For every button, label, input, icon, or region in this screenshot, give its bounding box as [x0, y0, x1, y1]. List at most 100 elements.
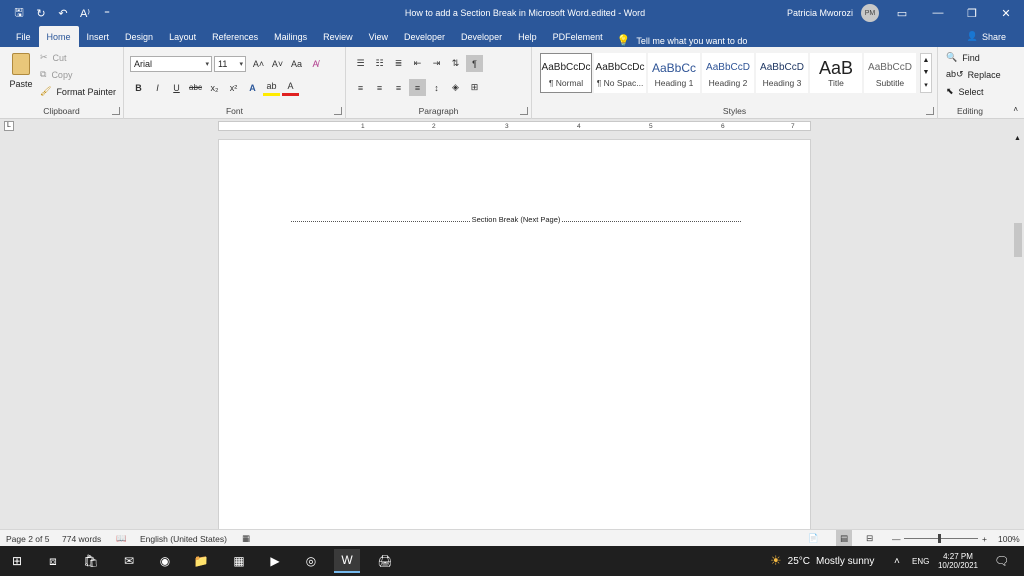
tab-developer-2[interactable]: Developer: [453, 26, 510, 47]
collapse-ribbon-icon[interactable]: ˄: [1013, 105, 1018, 114]
style-heading-2[interactable]: AaBbCcD Heading 2: [702, 53, 754, 93]
section-break-marker[interactable]: Section Break (Next Page): [291, 214, 741, 224]
tab-references[interactable]: References: [204, 26, 266, 47]
align-center-icon[interactable]: ≡: [371, 79, 388, 96]
minimize-icon[interactable]: —: [920, 0, 956, 26]
font-size-combo[interactable]: 11 ▾: [214, 56, 246, 72]
edge-icon[interactable]: ◉: [152, 549, 178, 573]
read-aloud-icon[interactable]: A⁾: [74, 2, 96, 24]
windows-start-icon[interactable]: ⊞: [4, 549, 30, 573]
language-indicator[interactable]: English (United States): [140, 530, 227, 547]
highlight-button[interactable]: ab: [263, 79, 280, 96]
accessibility-icon[interactable]: ▦: [242, 530, 250, 547]
dialog-launcher-icon[interactable]: [112, 107, 120, 115]
tab-view[interactable]: View: [361, 26, 396, 47]
zoom-slider[interactable]: [904, 538, 978, 539]
cut-button[interactable]: ✂ Cut: [40, 52, 67, 63]
dialog-launcher-icon[interactable]: [520, 107, 528, 115]
tab-help[interactable]: Help: [510, 26, 545, 47]
media-player-icon[interactable]: ▶: [262, 549, 288, 573]
paste-button[interactable]: Paste: [6, 51, 36, 97]
show-marks-icon[interactable]: ¶: [466, 55, 483, 72]
zoom-slider-thumb[interactable]: [938, 534, 941, 543]
clock[interactable]: 4:27 PM 10/20/2021: [936, 546, 980, 576]
sort-icon[interactable]: ⇅: [447, 55, 464, 72]
zoom-out-icon[interactable]: —: [892, 530, 901, 547]
tab-layout[interactable]: Layout: [161, 26, 204, 47]
style-heading-1[interactable]: AaBbCc Heading 1: [648, 53, 700, 93]
horizontal-ruler[interactable]: 1 2 3 4 5 6 7: [218, 121, 811, 131]
tab-review[interactable]: Review: [315, 26, 361, 47]
style-no-spacing[interactable]: AaBbCcDc ¶ No Spac...: [594, 53, 646, 93]
align-left-icon[interactable]: ≡: [352, 79, 369, 96]
tab-developer[interactable]: Developer: [396, 26, 453, 47]
italic-button[interactable]: I: [149, 79, 166, 96]
increase-indent-icon[interactable]: ⇥: [428, 55, 445, 72]
task-view-icon[interactable]: ⧈: [40, 549, 66, 573]
tab-design[interactable]: Design: [117, 26, 161, 47]
restore-icon[interactable]: ❐: [954, 0, 990, 26]
user-account[interactable]: Patricia Mworozi PM: [787, 0, 879, 26]
underline-button[interactable]: U: [168, 79, 185, 96]
document-page[interactable]: Section Break (Next Page): [218, 139, 811, 529]
font-name-combo[interactable]: Arial ▾: [130, 56, 212, 72]
document-canvas[interactable]: Section Break (Next Page): [0, 133, 1012, 529]
numbering-icon[interactable]: ☷: [371, 55, 388, 72]
find-button[interactable]: 🔍 Find: [946, 52, 980, 63]
tab-pdfelement[interactable]: PDFelement: [545, 26, 611, 47]
word-taskbar-icon[interactable]: W: [334, 549, 360, 573]
proofing-icon[interactable]: 📖: [116, 530, 127, 547]
vertical-scrollbar[interactable]: ▲: [1012, 133, 1024, 529]
tab-file[interactable]: File: [8, 26, 39, 47]
app-installer-icon[interactable]: 🖨: [372, 549, 398, 573]
close-icon[interactable]: ✕: [988, 0, 1024, 26]
bold-button[interactable]: B: [130, 79, 147, 96]
format-painter-button[interactable]: 🖌 Format Painter: [40, 86, 116, 97]
subscript-button[interactable]: x₂: [206, 79, 223, 96]
text-effects-button[interactable]: A: [244, 79, 261, 96]
file-explorer-icon[interactable]: 📁: [188, 549, 214, 573]
tab-mailings[interactable]: Mailings: [266, 26, 315, 47]
styles-scroll[interactable]: ▲ ▼ ▾: [920, 53, 932, 93]
scroll-up-icon[interactable]: ▲: [1014, 135, 1021, 142]
input-language[interactable]: ENG: [912, 546, 929, 576]
copy-button[interactable]: ⧉ Copy: [40, 69, 72, 80]
save-icon[interactable]: 🖫: [8, 2, 30, 24]
web-layout-icon[interactable]: ⊟: [866, 530, 873, 547]
autosave-icon[interactable]: ↻: [30, 2, 52, 24]
bullets-icon[interactable]: ☰: [352, 55, 369, 72]
read-mode-icon[interactable]: 📄: [808, 530, 819, 547]
decrease-indent-icon[interactable]: ⇤: [409, 55, 426, 72]
ribbon-display-options-icon[interactable]: ▭: [884, 0, 920, 26]
font-color-button[interactable]: A: [282, 79, 299, 96]
chrome-icon[interactable]: ◎: [298, 549, 324, 573]
tell-me-box[interactable]: 💡 Tell me what you want to do: [617, 34, 748, 47]
shrink-font-button[interactable]: A˅: [269, 55, 286, 72]
news-app-icon[interactable]: ▦: [226, 549, 252, 573]
style-subtitle[interactable]: AaBbCcD Subtitle: [864, 53, 916, 93]
superscript-button[interactable]: x²: [225, 79, 242, 96]
clear-formatting-button[interactable]: A̸: [307, 55, 324, 72]
style-heading-3[interactable]: AaBbCcD Heading 3: [756, 53, 808, 93]
change-case-button[interactable]: Aa: [288, 55, 305, 72]
scroll-thumb[interactable]: [1014, 223, 1022, 257]
line-spacing-icon[interactable]: ↕: [428, 79, 445, 96]
word-count[interactable]: 774 words: [62, 530, 101, 547]
print-layout-icon[interactable]: ▤: [836, 530, 852, 547]
zoom-in-icon[interactable]: +: [982, 530, 987, 547]
share-button[interactable]: 👤 Share: [967, 26, 1006, 47]
multilevel-list-icon[interactable]: ≣: [390, 55, 407, 72]
notifications-icon[interactable]: 🗨: [994, 546, 1009, 576]
store-icon[interactable]: 🛍: [78, 549, 104, 573]
style-title[interactable]: AaB Title: [810, 53, 862, 93]
undo-icon[interactable]: ↶: [52, 2, 74, 24]
dialog-launcher-icon[interactable]: [334, 107, 342, 115]
chevron-up-icon[interactable]: ˄: [894, 546, 900, 576]
justify-icon[interactable]: ≡: [409, 79, 426, 96]
tab-home[interactable]: Home: [39, 26, 79, 47]
mail-icon[interactable]: ✉: [116, 549, 142, 573]
strikethrough-button[interactable]: abc: [187, 79, 204, 96]
weather-widget[interactable]: ☀ 25°C Mostly sunny: [770, 546, 874, 576]
borders-icon[interactable]: ⊞: [466, 79, 483, 96]
page-count[interactable]: Page 2 of 5: [6, 530, 49, 547]
